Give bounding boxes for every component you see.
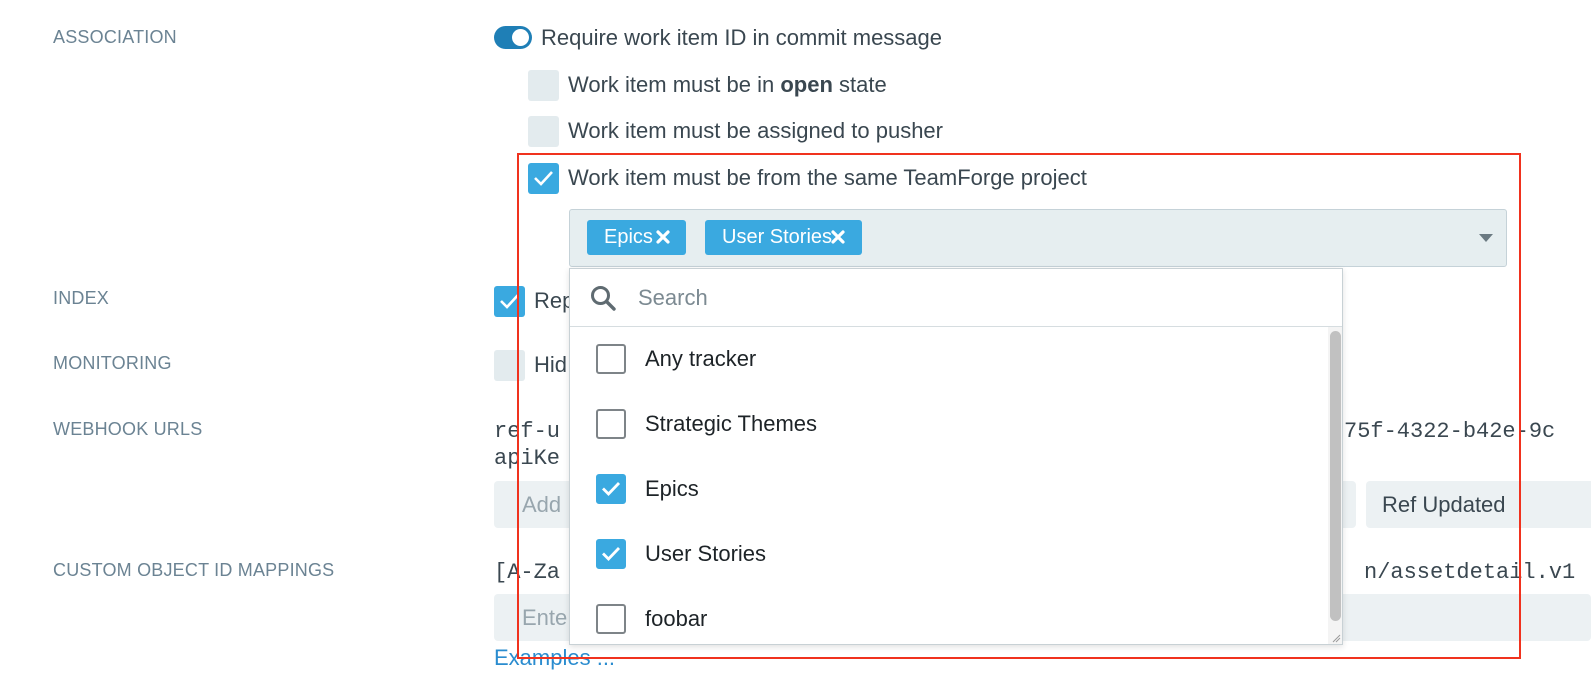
times-icon[interactable]: [656, 230, 670, 244]
same-project-label: Work item must be from the same TeamForg…: [568, 165, 1087, 190]
option-user-stories[interactable]: User Stories: [570, 522, 1328, 587]
require-id-label: Require work item ID in commit message: [541, 25, 943, 50]
dropdown-scrollbar-thumb[interactable]: [1330, 331, 1341, 621]
times-icon[interactable]: [831, 230, 845, 244]
section-label-monitoring: MONITORING: [53, 353, 172, 373]
require-id-toggle[interactable]: [494, 26, 532, 49]
section-label-index: INDEX: [53, 288, 110, 308]
option-checkbox[interactable]: [596, 604, 626, 634]
tag-label: Epics: [604, 226, 653, 248]
option-foobar[interactable]: foobar: [570, 587, 1328, 652]
custom-mapping-placeholder: Ente: [522, 605, 568, 630]
open-state-checkbox[interactable]: [528, 70, 559, 101]
webhook-url-line1-right: 75f-4322-b42e-9c: [1344, 419, 1556, 444]
caret-down-icon[interactable]: [1479, 234, 1493, 242]
tracker-dropdown: Any tracker Strategic Themes Epics User …: [569, 268, 1343, 645]
option-label: foobar: [645, 606, 708, 631]
option-strategic-themes[interactable]: Strategic Themes: [570, 392, 1328, 457]
section-label-webhook-urls: WEBHOOK URLS: [53, 419, 203, 439]
ref-updated-select[interactable]: Ref Updated: [1366, 481, 1591, 528]
option-epics[interactable]: Epics: [570, 457, 1328, 522]
check-icon: [500, 294, 519, 309]
check-icon: [602, 482, 621, 497]
search-icon: [591, 286, 616, 311]
option-checkbox[interactable]: [596, 539, 626, 569]
toggle-knob: [512, 29, 529, 46]
option-checkbox[interactable]: [596, 409, 626, 439]
assigned-pusher-label: Work item must be assigned to pusher: [568, 118, 943, 143]
option-label: User Stories: [645, 541, 767, 566]
monitoring-checkbox[interactable]: [494, 350, 525, 381]
option-label: Epics: [645, 476, 699, 501]
section-label-custom-mappings: CUSTOM OBJECT ID MAPPINGS: [53, 560, 335, 580]
custom-pattern-left: [A-Za: [494, 560, 561, 585]
assigned-pusher-checkbox[interactable]: [528, 116, 559, 147]
open-state-label: Work item must be in open state: [568, 72, 887, 97]
custom-pattern-right: n/assetdetail.v1: [1364, 560, 1576, 585]
check-icon: [534, 171, 553, 186]
dropdown-search-row: [570, 269, 1342, 327]
open-state-bold: open: [780, 72, 833, 97]
tracker-multiselect[interactable]: Epics User Stories: [569, 209, 1507, 267]
index-checkbox[interactable]: [494, 286, 525, 317]
check-icon: [602, 547, 621, 562]
same-project-checkbox[interactable]: [528, 163, 559, 194]
tag-user-stories[interactable]: User Stories: [705, 220, 862, 255]
option-label: Strategic Themes: [645, 411, 818, 436]
tag-epics[interactable]: Epics: [587, 220, 686, 255]
section-label-association: ASSOCIATION: [53, 27, 177, 47]
ref-updated-label: Ref Updated: [1382, 492, 1506, 517]
option-checkbox[interactable]: [596, 344, 626, 374]
option-checkbox[interactable]: [596, 474, 626, 504]
option-any-tracker[interactable]: Any tracker: [570, 327, 1328, 392]
webhook-url-line2-left: apiKe: [494, 446, 561, 471]
resize-grip-icon[interactable]: [1331, 633, 1341, 643]
monitoring-label: Hid: [534, 352, 568, 377]
webhook-add-placeholder: Add: [522, 492, 562, 517]
dropdown-search-input[interactable]: [638, 282, 1318, 314]
option-label: Any tracker: [645, 346, 757, 371]
webhook-url-line1-left: ref-u: [494, 419, 561, 444]
tag-label: User Stories: [722, 226, 833, 248]
